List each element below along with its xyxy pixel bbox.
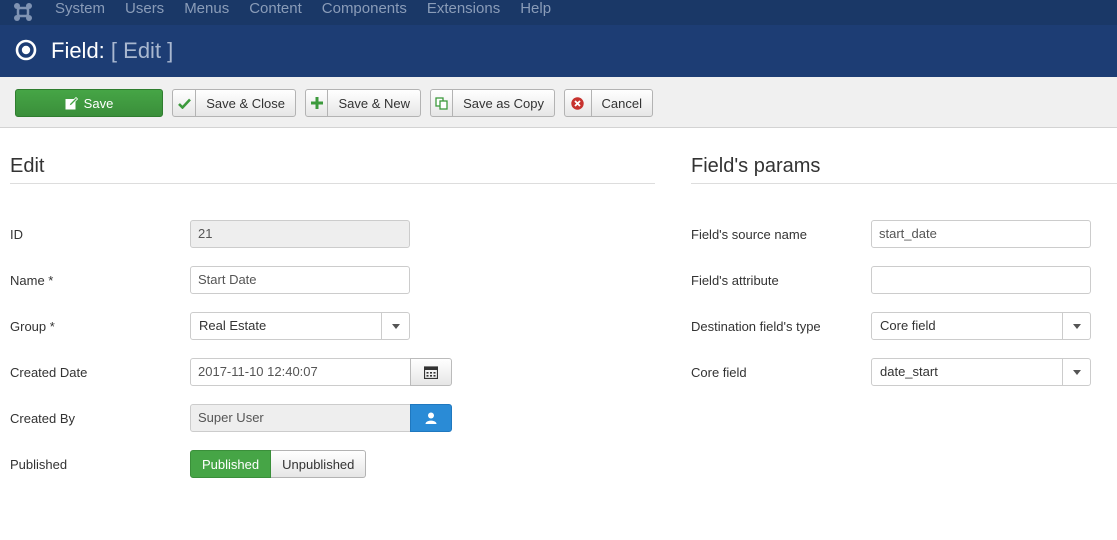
save-new-button[interactable]: Save & New bbox=[305, 89, 421, 117]
menu-extensions[interactable]: Extensions bbox=[417, 0, 510, 25]
chevron-down-icon[interactable] bbox=[1062, 359, 1090, 385]
select-user-button[interactable] bbox=[410, 404, 452, 432]
save-copy-button[interactable]: Save as Copy bbox=[430, 89, 555, 117]
attribute-label: Field's attribute bbox=[691, 273, 779, 288]
save-label: Save bbox=[83, 95, 114, 111]
save-close-button[interactable]: Save & Close bbox=[172, 89, 296, 117]
toolbar: Save Save & Close Save & New Save as Cop… bbox=[0, 77, 1117, 128]
page-title: Field: [ Edit ] bbox=[51, 38, 173, 64]
menu-users[interactable]: Users bbox=[115, 0, 174, 25]
name-field[interactable]: Start Date bbox=[190, 266, 410, 294]
created-by-label: Created By bbox=[10, 411, 76, 426]
core-field-label: Core field bbox=[691, 365, 747, 380]
published-toggle: Published Unpublished bbox=[190, 450, 367, 478]
source-name-label: Field's source name bbox=[691, 227, 807, 242]
menu-system[interactable]: System bbox=[45, 0, 115, 25]
attribute-field[interactable] bbox=[871, 266, 1091, 294]
source-name-field[interactable]: start_date bbox=[871, 220, 1091, 248]
group-select[interactable]: Real Estate bbox=[190, 312, 410, 340]
core-field-select[interactable]: date_start bbox=[871, 358, 1091, 386]
id-label: ID bbox=[10, 227, 23, 242]
created-date-label: Created Date bbox=[10, 365, 88, 380]
page-title-sub: [ Edit ] bbox=[110, 38, 174, 63]
dest-type-select[interactable]: Core field bbox=[871, 312, 1091, 340]
joomla-logo-icon[interactable] bbox=[12, 2, 34, 22]
menu-content[interactable]: Content bbox=[239, 0, 312, 25]
page-title-main: Field: bbox=[51, 38, 105, 63]
save-copy-label: Save as Copy bbox=[463, 95, 544, 111]
target-icon bbox=[15, 39, 37, 61]
dest-type-value: Core field bbox=[880, 318, 936, 333]
dest-type-label: Destination field's type bbox=[691, 319, 821, 334]
plus-icon bbox=[306, 90, 329, 116]
params-divider bbox=[691, 183, 1117, 184]
name-label: Name * bbox=[10, 273, 54, 288]
core-field-value: date_start bbox=[880, 364, 938, 379]
params-heading: Field's params bbox=[691, 155, 821, 177]
user-icon bbox=[425, 412, 437, 424]
group-select-value: Real Estate bbox=[199, 318, 267, 333]
cancel-label: Cancel bbox=[601, 95, 642, 111]
created-by-field: Super User bbox=[190, 404, 411, 432]
unpublished-option[interactable]: Unpublished bbox=[271, 450, 367, 478]
group-label: Group * bbox=[10, 319, 55, 334]
save-new-label: Save & New bbox=[338, 95, 410, 111]
chevron-down-icon[interactable] bbox=[1062, 313, 1090, 339]
edit-divider bbox=[10, 183, 655, 184]
menu-components[interactable]: Components bbox=[312, 0, 417, 25]
edit-icon bbox=[65, 96, 78, 109]
check-icon bbox=[173, 90, 197, 116]
calendar-button[interactable] bbox=[410, 358, 452, 386]
save-button[interactable]: Save bbox=[15, 89, 163, 117]
calendar-icon bbox=[424, 365, 438, 379]
main-menu: System Users Menus Content Components Ex… bbox=[45, 0, 561, 25]
id-field: 21 bbox=[190, 220, 410, 248]
copy-icon bbox=[431, 90, 454, 116]
published-option[interactable]: Published bbox=[190, 450, 272, 478]
page-header: Field: [ Edit ] bbox=[0, 25, 1117, 77]
menu-menus[interactable]: Menus bbox=[174, 0, 239, 25]
edit-heading: Edit bbox=[10, 155, 45, 177]
cancel-icon bbox=[565, 90, 592, 116]
cancel-button[interactable]: Cancel bbox=[564, 89, 653, 117]
chevron-down-icon[interactable] bbox=[381, 313, 409, 339]
menu-help[interactable]: Help bbox=[510, 0, 561, 25]
published-label: Published bbox=[10, 457, 68, 472]
save-close-label: Save & Close bbox=[206, 95, 285, 111]
created-date-field[interactable]: 2017-11-10 12:40:07 bbox=[190, 358, 411, 386]
top-menu-bar: System Users Menus Content Components Ex… bbox=[0, 0, 1117, 25]
